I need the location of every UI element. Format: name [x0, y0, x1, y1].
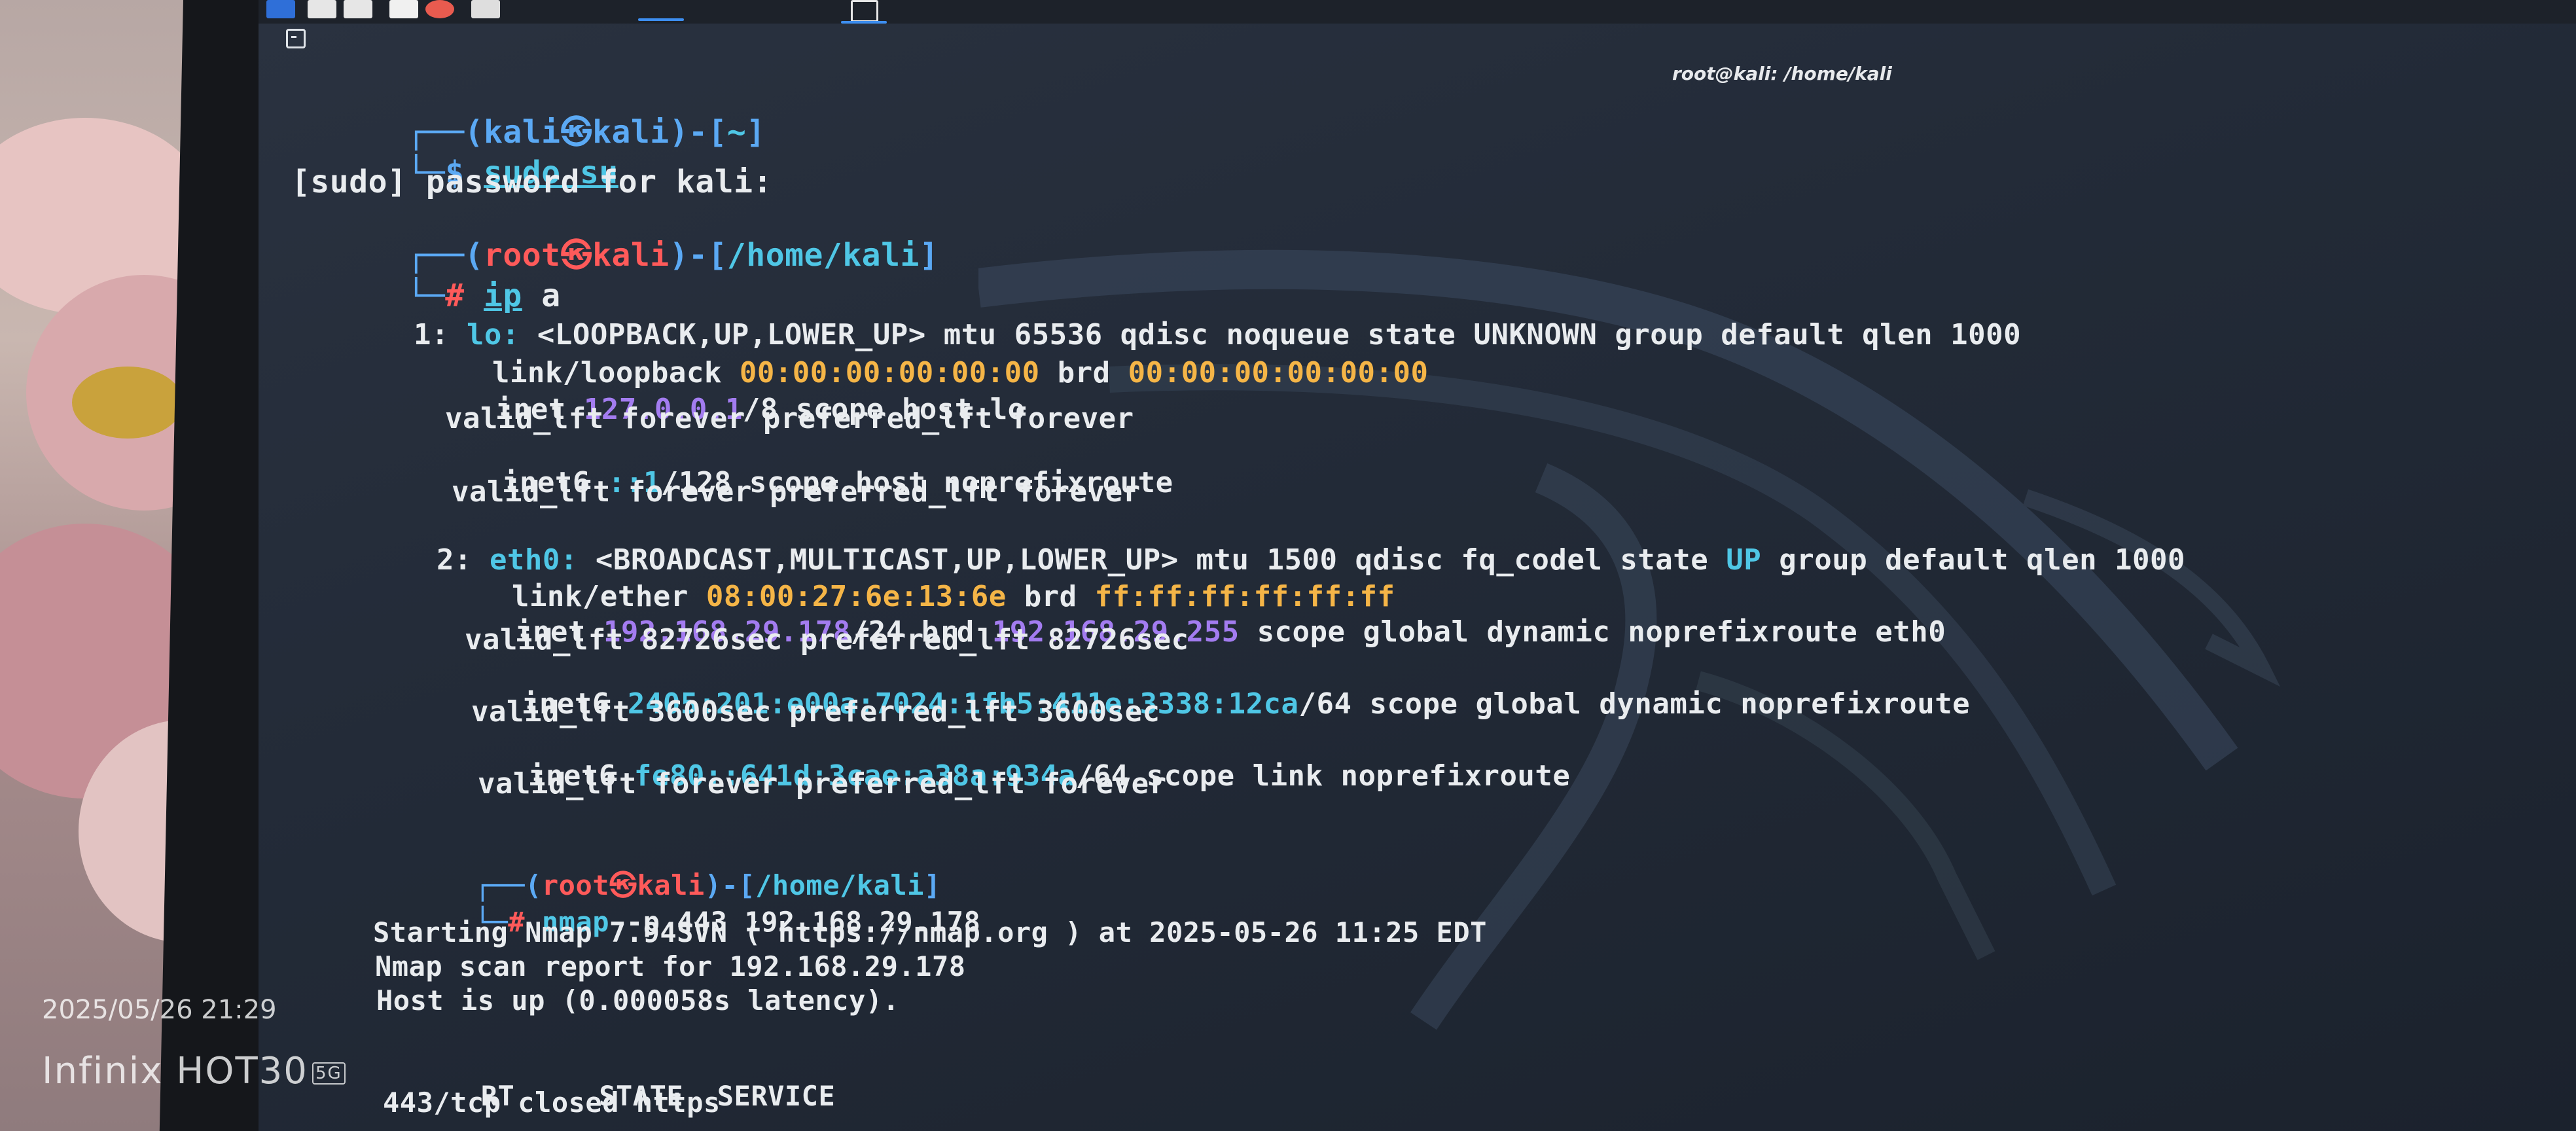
interface-state: UP — [1726, 543, 1762, 577]
brand-text: Infinix HOT30 — [42, 1050, 308, 1092]
mac-address: 00:00:00:00:00:00 — [1128, 356, 1429, 389]
ipa-line-14: valid_lft forever preferred_lft forever — [478, 767, 1167, 800]
ipa-line-6: valid_lft forever preferred_lft forever — [452, 475, 1141, 509]
text: scope global dynamic noprefixroute eth0 — [1239, 615, 1946, 649]
prompt-host: kali — [592, 237, 670, 274]
text: /64 scope global dynamic noprefixroute — [1298, 687, 1971, 721]
prompt-end: ] — [746, 114, 766, 151]
nmap-result-row: 443/tcp closed https — [383, 1086, 721, 1119]
prompt-path: /home/kali — [726, 237, 920, 274]
ipa-line-10: valid_lft 82726sec preferred_lft 82726se… — [465, 623, 1189, 656]
nmap-line-3: Host is up (0.000058s latency). — [376, 984, 900, 1016]
photo-timestamp: 2025/05/26 21:29 — [42, 995, 277, 1025]
flower-center — [72, 367, 183, 439]
camera-brand-watermark: Infinix HOT30 5G — [42, 1050, 346, 1092]
nmap-line-2: Nmap scan report for 192.168.29.178 — [375, 950, 966, 982]
sudo-password-line: [sudo] password for kali: — [291, 164, 772, 200]
ipa-line-12: valid_lft 3600sec preferred_lft 3600sec — [471, 695, 1160, 728]
text: group default qlen 1000 — [1761, 543, 2186, 577]
ipa-line-4: valid_lft forever preferred_lft forever — [445, 402, 1134, 435]
prompt-end: ] — [919, 237, 939, 274]
prompt-at: ㉿ — [560, 237, 593, 274]
prompt-path: ~ — [726, 114, 747, 151]
text: brd — [1039, 356, 1128, 389]
network-badge-icon: 5G — [312, 1062, 346, 1085]
nmap-line-1: Starting Nmap 7.94SVN ( https://nmap.org… — [373, 916, 1487, 948]
prompt-mid: )-[ — [669, 114, 727, 151]
service-header: SERVICE — [717, 1080, 836, 1112]
laptop-screen: root@kali: /home/kali ┌──(kali㉿kali)-[~]… — [259, 0, 2576, 1131]
prompt-mid: )-[ — [669, 237, 727, 274]
terminal-output[interactable]: ┌──(kali㉿kali)-[~] └─$ sudo su [sudo] pa… — [259, 0, 2576, 1131]
